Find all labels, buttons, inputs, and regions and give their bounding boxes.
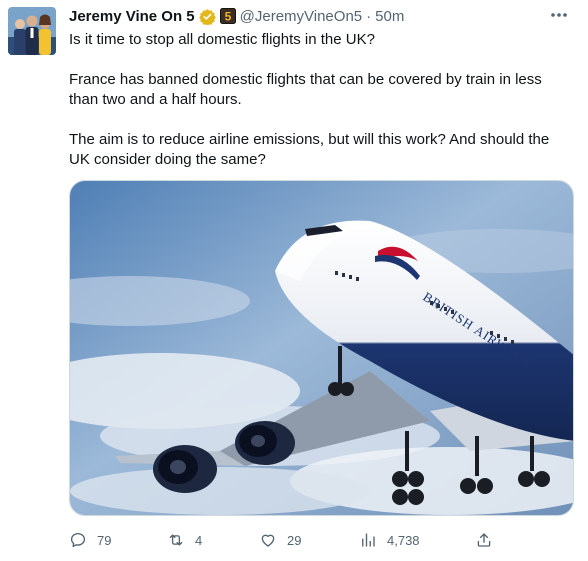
tweet-paragraph-1: Is it time to stop all domestic flights … bbox=[69, 31, 375, 48]
reply-button[interactable]: 79 bbox=[69, 530, 111, 550]
avatar[interactable] bbox=[8, 7, 56, 55]
author-handle[interactable]: @JeremyVineOn5 bbox=[240, 8, 363, 25]
retweet-icon bbox=[169, 534, 183, 546]
tweet: Jeremy Vine On 5 5 @JeremyVineOn5 · 50m … bbox=[0, 0, 588, 561]
like-button[interactable]: 29 bbox=[259, 530, 301, 550]
tweet-photo[interactable]: BRITISH AIRWAYS bbox=[69, 180, 574, 516]
tweet-action-bar: 79 4 29 4,738 bbox=[69, 530, 574, 550]
like-count: 29 bbox=[287, 532, 302, 548]
heart-icon bbox=[261, 534, 275, 547]
tweet-paragraph-3: The aim is to reduce airline emissions, … bbox=[69, 131, 550, 168]
views-button[interactable]: 4,738 bbox=[359, 530, 420, 550]
reply-count: 79 bbox=[97, 532, 112, 548]
more-options-icon[interactable] bbox=[550, 12, 568, 18]
tweet-paragraph-2: France has banned domestic flights that … bbox=[69, 71, 542, 108]
separator-dot: · bbox=[366, 7, 372, 25]
tweet-text: Is it time to stop all domestic flights … bbox=[69, 30, 574, 170]
avatar-image bbox=[8, 7, 56, 55]
reply-icon bbox=[70, 532, 86, 548]
tweet-header: Jeremy Vine On 5 5 @JeremyVineOn5 · 50m bbox=[69, 6, 404, 26]
retweet-button[interactable]: 4 bbox=[167, 530, 202, 550]
share-icon bbox=[477, 533, 491, 547]
verified-badge-icon[interactable] bbox=[198, 8, 216, 25]
affiliate-badge-label: 5 bbox=[224, 10, 231, 24]
display-name[interactable]: Jeremy Vine On 5 bbox=[69, 8, 195, 25]
share-button[interactable] bbox=[475, 530, 493, 550]
retweet-count: 4 bbox=[195, 532, 203, 548]
views-count: 4,738 bbox=[387, 532, 420, 548]
views-chart-icon bbox=[362, 533, 375, 547]
affiliate-badge-icon[interactable]: 5 bbox=[219, 8, 236, 24]
airplane-photo: BRITISH AIRWAYS bbox=[70, 181, 573, 515]
tweet-timestamp[interactable]: 50m bbox=[375, 8, 404, 25]
